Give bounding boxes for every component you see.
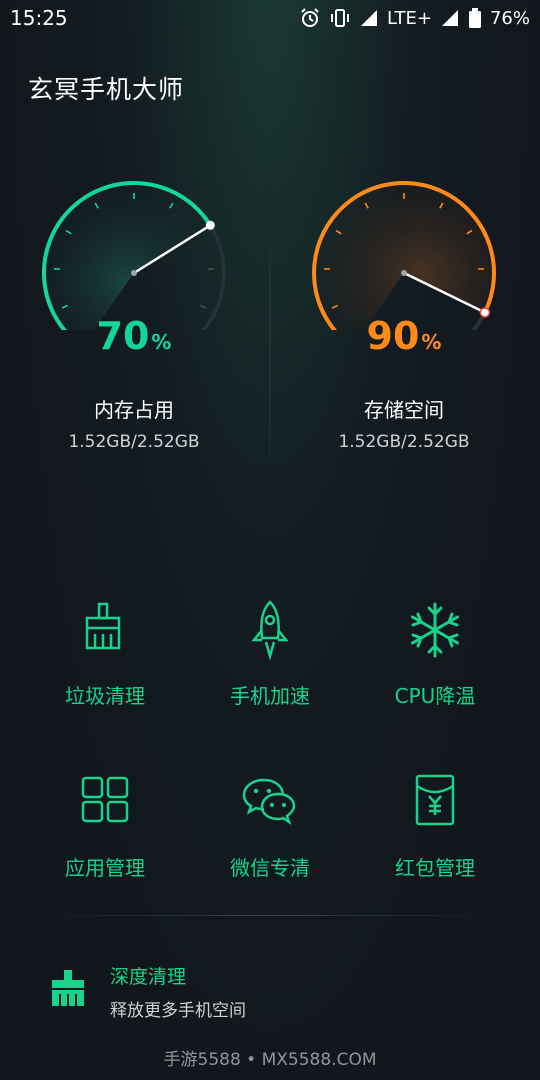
snowflake-icon (411, 602, 459, 658)
tool-cpu-cooling-label: CPU降温 (394, 684, 476, 708)
storage-percent-unit: % (421, 330, 442, 354)
memory-percent-number: 70 (96, 314, 150, 358)
tool-junk-clean[interactable]: 垃圾清理 (20, 600, 190, 740)
brush-icon (52, 970, 84, 1006)
status-icons: LTE+ 76% (299, 7, 530, 29)
tool-junk-clean-label: 垃圾清理 (65, 684, 145, 708)
tool-wechat-clean-label: 微信专清 (230, 856, 310, 880)
signal-icon (359, 8, 379, 28)
vibrate-icon (329, 7, 351, 29)
broom-icon (85, 602, 121, 650)
tool-wechat-clean[interactable]: 微信专清 (185, 772, 355, 912)
memory-needle-hub (131, 270, 137, 276)
tool-app-manager-label: 应用管理 (65, 856, 145, 880)
wechat-icon (242, 778, 296, 826)
memory-gauge-dial (41, 180, 226, 330)
tool-red-packet-label: 红包管理 (395, 856, 475, 880)
battery-icon (468, 7, 482, 29)
watermark: 手游5588 • MX5588.COM (163, 1050, 377, 1070)
deep-clean-title: 深度清理 (110, 966, 187, 988)
battery-percent: 76% (489, 7, 530, 29)
storage-needle-hub (401, 270, 407, 276)
memory-tick (200, 304, 207, 309)
app-title: 玄冥手机大师 (28, 75, 185, 104)
tool-red-packet[interactable]: 红包管理 (350, 772, 520, 912)
memory-gauge[interactable]: 70% 内存占用 1.52GB/2.52GB (34, 170, 234, 470)
network-type: LTE+ (386, 7, 432, 29)
deep-clean-subtitle: 释放更多手机空间 (110, 1001, 246, 1021)
storage-gauge-dial (312, 180, 496, 330)
status-bar: 15:25 LTE+ 76% (0, 0, 540, 36)
tool-phone-boost-label: 手机加速 (230, 684, 310, 708)
memory-label: 内存占用 (94, 398, 174, 422)
apps-grid-icon (81, 776, 129, 823)
memory-percent: 70% (34, 314, 234, 358)
memory-value: 1.52GB/2.52GB (68, 432, 200, 452)
section-divider (44, 915, 496, 916)
storage-percent: 90% (304, 314, 504, 358)
alarm-icon (299, 7, 321, 29)
signal-2-icon (440, 8, 460, 28)
deep-clean-row[interactable]: 深度清理 释放更多手机空间 (0, 950, 540, 1040)
tool-app-manager[interactable]: 应用管理 (20, 772, 190, 912)
tool-phone-boost[interactable]: 手机加速 (185, 600, 355, 740)
tool-cpu-cooling[interactable]: CPU降温 (350, 600, 520, 740)
memory-percent-unit: % (151, 330, 172, 354)
memory-needle-tip (205, 220, 215, 230)
storage-percent-number: 90 (366, 314, 420, 358)
app-screen: 15:25 LTE+ 76% 玄冥手机大师 70 % 内存占用 1.52GB/2… (0, 0, 540, 1080)
storage-label: 存储空间 (364, 398, 444, 422)
red-packet-icon (415, 774, 455, 826)
status-time: 15:25 (10, 6, 68, 30)
storage-value: 1.52GB/2.52GB (338, 432, 470, 452)
gauge-divider (269, 188, 271, 458)
storage-gauge[interactable]: 90% 存储空间 1.52GB/2.52GB (304, 170, 504, 470)
rocket-icon (251, 600, 289, 660)
